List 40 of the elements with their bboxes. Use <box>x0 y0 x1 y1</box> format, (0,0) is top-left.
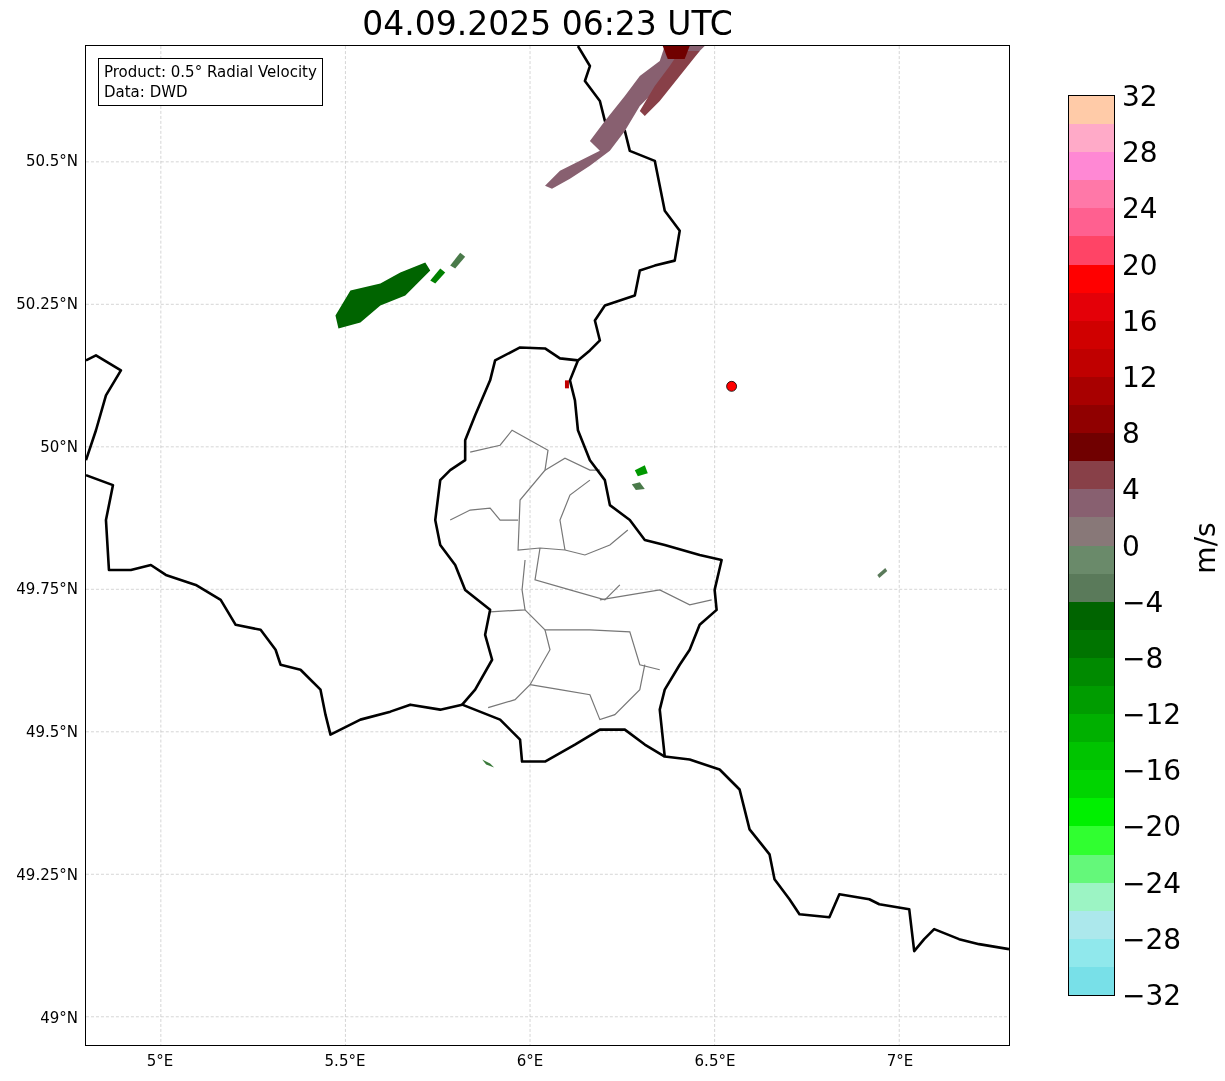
y-axis-label: 49.5°N <box>25 723 78 742</box>
colorbar-tick-label: −8 <box>1122 641 1164 675</box>
colorbar-tick-label: −12 <box>1122 697 1182 731</box>
colorbar-tick-label: −16 <box>1122 753 1182 787</box>
colorbar-tick-label: 12 <box>1122 360 1158 394</box>
colorbar-tick-label: −28 <box>1122 922 1182 956</box>
y-axis-label: 49.75°N <box>16 580 78 599</box>
radar-echo <box>877 567 888 578</box>
colorbar-tick-label: 24 <box>1122 191 1158 225</box>
colorbar-tick-label: 4 <box>1122 472 1140 506</box>
x-axis-label: 6°E <box>516 1052 544 1070</box>
chart-title: 04.09.2025 06:23 UTC <box>361 4 734 43</box>
legend-text: Data: DWD <box>104 82 189 102</box>
colorbar-tick-label: 16 <box>1122 304 1158 338</box>
x-axis-label: 7°E <box>886 1052 914 1070</box>
x-axis-label: 6.5°E <box>694 1052 736 1070</box>
radar-echo <box>482 759 495 768</box>
colorbar-tick-label: −4 <box>1122 585 1164 619</box>
colorbar-tick-label: 32 <box>1122 79 1158 113</box>
radar-echo <box>564 380 569 389</box>
y-axis-label: 50.25°N <box>16 294 78 313</box>
colorbar-label: m/s <box>1188 522 1222 574</box>
radar-echo <box>634 465 648 477</box>
colorbar-tick-label: 28 <box>1122 135 1158 169</box>
y-axis-label: 49.25°N <box>16 866 78 884</box>
radar-echo <box>631 482 645 491</box>
colorbar-tick-label: −32 <box>1122 978 1182 1012</box>
colorbar-tick-label: −20 <box>1122 809 1182 843</box>
y-axis-label: 49°N <box>40 1008 78 1027</box>
y-axis-label: 50°N <box>40 437 78 456</box>
radar-echo <box>450 252 466 269</box>
legend-text: Product: 0.5° Radial Velocity <box>104 62 317 82</box>
colorbar-tick-label: −24 <box>1122 866 1182 900</box>
radar-site-marker <box>726 380 737 392</box>
x-axis-label: 5.5°E <box>324 1052 366 1070</box>
y-axis-label: 50.5°N <box>25 152 78 170</box>
colorbar-tick-label: 20 <box>1122 248 1158 282</box>
x-axis-label: 5°E <box>146 1052 174 1070</box>
colorbar-tick-label: 8 <box>1122 416 1140 450</box>
colorbar-tick-label: 0 <box>1122 529 1140 562</box>
